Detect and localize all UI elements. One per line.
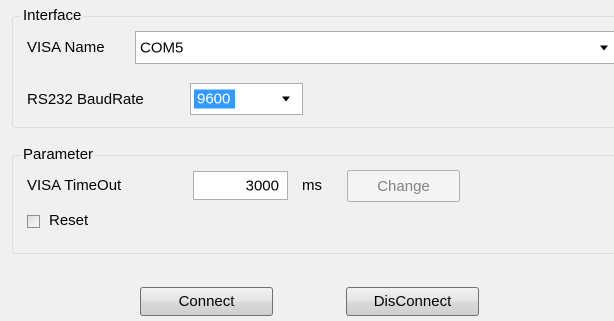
baudrate-label: RS232 BaudRate — [27, 91, 144, 108]
parameter-group-legend: Parameter — [21, 146, 96, 164]
interface-group-legend: Interface — [21, 7, 84, 25]
connect-button[interactable]: Connect — [140, 287, 273, 316]
timeout-unit-label: ms — [302, 177, 322, 194]
reset-label[interactable]: Reset — [49, 212, 88, 230]
chevron-down-icon[interactable] — [600, 45, 608, 50]
visa-name-combobox[interactable]: COM5 — [135, 31, 614, 64]
connect-button-label: Connect — [178, 293, 235, 310]
visa-timeout-input[interactable]: 3000 — [193, 171, 288, 200]
visa-timeout-value: 3000 — [245, 177, 279, 194]
disconnect-button-label: DisConnect — [373, 293, 452, 310]
visa-name-value: COM5 — [140, 39, 184, 56]
baudrate-combobox[interactable]: 9600 — [190, 83, 303, 115]
change-button-label: Change — [377, 177, 430, 195]
chevron-down-icon[interactable] — [282, 96, 290, 102]
parameter-group: Parameter — [12, 146, 614, 254]
change-button[interactable]: Change — [347, 170, 460, 202]
visa-name-label: VISA Name — [27, 39, 105, 56]
visa-timeout-label: VISA TimeOut — [27, 177, 122, 194]
reset-checkbox[interactable] — [27, 215, 40, 228]
disconnect-button[interactable]: DisConnect — [346, 287, 479, 316]
baudrate-value: 9600 — [194, 89, 236, 109]
